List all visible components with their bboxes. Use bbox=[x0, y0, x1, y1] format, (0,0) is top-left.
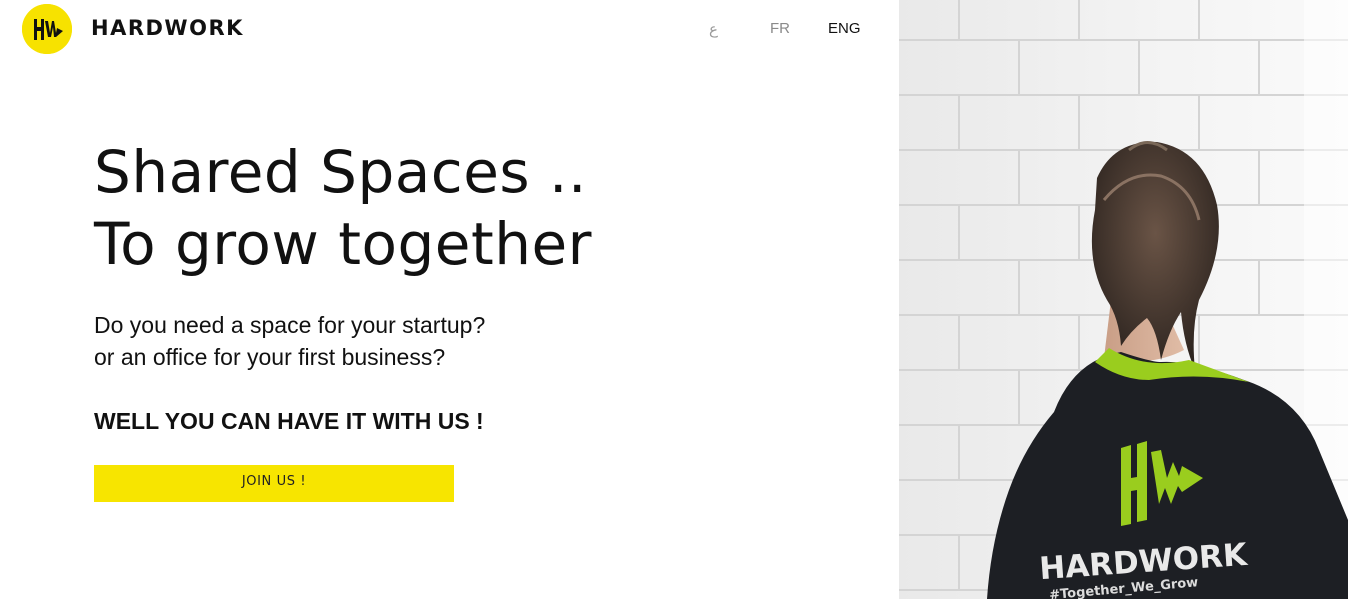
hero-photo: HARDWORK #Together_We_Grow bbox=[899, 0, 1348, 599]
cta-heading: WELL YOU CAN HAVE IT WITH US ! bbox=[94, 408, 484, 434]
language-arabic-link[interactable]: ع bbox=[709, 21, 718, 39]
headline-line-1: Shared Spaces .. bbox=[94, 138, 587, 206]
subtext-line-1: Do you need a space for your startup? bbox=[94, 312, 486, 338]
language-french-link[interactable]: FR bbox=[770, 20, 790, 38]
person-in-hardwork-shirt-illustration: HARDWORK #Together_We_Grow bbox=[899, 0, 1348, 599]
hero-subtext: Do you need a space for your startup? or… bbox=[94, 309, 485, 373]
brand-name[interactable]: HARDWORK bbox=[91, 14, 244, 42]
language-english-link[interactable]: ENG bbox=[828, 20, 861, 38]
hero-headline: Shared Spaces .. To grow together bbox=[94, 136, 592, 280]
hardwork-logo-icon[interactable] bbox=[22, 4, 72, 54]
landing-page: HARDWORK ع FR ENG Shared Spaces .. To gr… bbox=[0, 0, 1348, 599]
logo-glyph bbox=[22, 4, 72, 54]
headline-line-2: To grow together bbox=[94, 210, 592, 278]
join-us-button[interactable]: JOIN US ! bbox=[94, 465, 454, 502]
subtext-line-2: or an office for your first business? bbox=[94, 344, 446, 370]
